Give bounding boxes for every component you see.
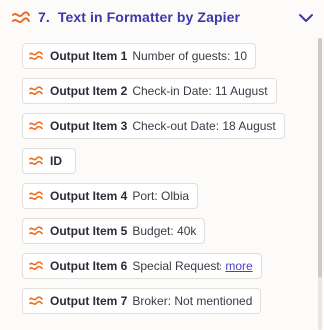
list-item: Output Item 3 Check-out Date: 18 August <box>22 113 312 148</box>
list-item: Output Item 7 Broker: Not mentioned <box>22 288 312 323</box>
output-item-pill[interactable]: Output Item 5 Budget: 40k <box>22 218 206 244</box>
output-item-value: Check-out Date: 18 August <box>132 119 276 133</box>
step-title: 7. Text in Formatter by Zapier <box>38 9 240 25</box>
output-item-label: Output Item 5 <box>50 224 128 238</box>
output-item-value: Broker: Not mentioned <box>132 294 253 308</box>
output-items-list: Output Item 1 Number of guests: 10 Outpu… <box>22 43 312 323</box>
output-item-value: Number of guests: 10 <box>132 49 248 63</box>
output-item-value: Budget: 40k <box>132 224 197 238</box>
output-item-pill[interactable]: Output Item 4 Port: Olbia <box>22 183 199 209</box>
formatter-icon <box>29 191 43 200</box>
formatter-icon <box>29 121 43 130</box>
chevron-down-icon[interactable] <box>296 8 316 28</box>
step-number: 7. <box>38 9 50 25</box>
output-item-label: Output Item 3 <box>50 119 128 133</box>
list-item: Output Item 1 Number of guests: 10 <box>22 43 312 78</box>
formatter-icon <box>29 261 43 270</box>
formatter-icon <box>29 296 43 305</box>
output-item-pill[interactable]: Output Item 3 Check-out Date: 18 August <box>22 113 285 139</box>
output-item-label: Output Item 7 <box>50 294 128 308</box>
output-item-value: Check-in Date: 11 August <box>132 84 268 98</box>
output-item-value: Port: Olbia <box>132 189 190 203</box>
formatter-icon <box>29 226 43 235</box>
step-title-text: Text in Formatter by Zapier <box>57 9 241 25</box>
output-item-pill[interactable]: Output Item 7 Broker: Not mentioned <box>22 288 262 314</box>
list-item: ID <box>22 148 312 183</box>
list-item: Output Item 5 Budget: 40k <box>22 218 312 253</box>
output-item-label: Output Item 1 <box>50 49 128 63</box>
formatter-icon <box>12 11 30 23</box>
list-item: Output Item 4 Port: Olbia <box>22 183 312 218</box>
step-output-panel: 7. Text in Formatter by Zapier Output Ite… <box>0 0 324 330</box>
output-item-pill[interactable]: ID <box>22 148 76 174</box>
output-item-label: Output Item 4 <box>50 189 128 203</box>
output-item-label: Output Item 6 <box>50 259 128 273</box>
formatter-icon <box>29 156 43 165</box>
list-item: Output Item 6 Special Requests: Not m mo… <box>22 253 312 288</box>
more-link[interactable]: more <box>225 259 252 273</box>
formatter-icon <box>29 86 43 95</box>
output-item-value: Special Requests: Not m <box>132 259 221 273</box>
output-item-pill[interactable]: Output Item 6 Special Requests: Not m mo… <box>22 253 262 279</box>
output-item-label: ID <box>50 154 62 168</box>
list-item: Output Item 2 Check-in Date: 11 August <box>22 78 312 113</box>
output-item-pill[interactable]: Output Item 1 Number of guests: 10 <box>22 43 257 69</box>
formatter-icon <box>29 51 43 60</box>
output-item-pill[interactable]: Output Item 2 Check-in Date: 11 August <box>22 78 277 104</box>
output-item-label: Output Item 2 <box>50 84 128 98</box>
scrollbar-thumb[interactable] <box>318 38 322 278</box>
step-header[interactable]: 7. Text in Formatter by Zapier <box>0 0 324 36</box>
